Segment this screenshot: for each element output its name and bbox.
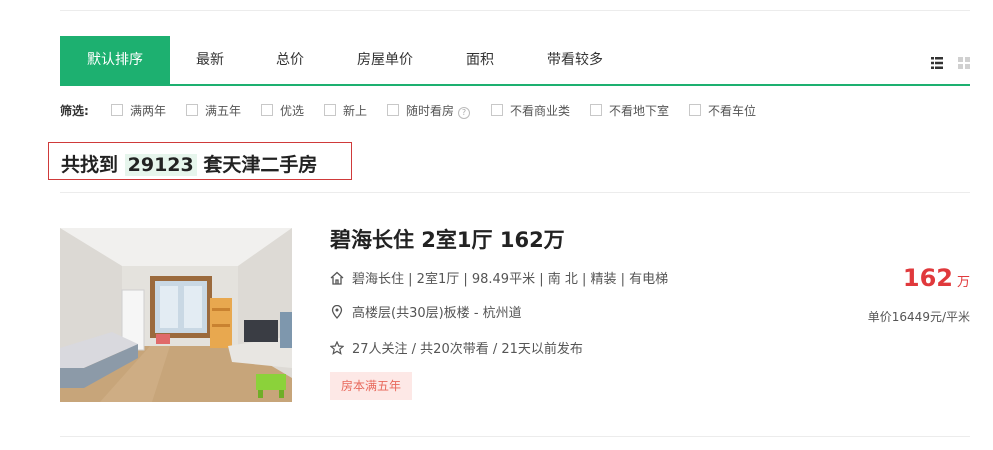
sort-tab-most-viewed[interactable]: 带看较多 bbox=[535, 36, 615, 84]
filter-checkbox-anytime-viewing[interactable]: 随时看房? bbox=[387, 102, 471, 119]
sort-tab-newest[interactable]: 最新 bbox=[180, 36, 240, 84]
house-icon bbox=[330, 271, 346, 289]
result-suffix: 套天津二手房 bbox=[203, 154, 318, 176]
filter-checkbox-no-parking[interactable]: 不看车位 bbox=[689, 102, 756, 119]
total-price: 162 万 bbox=[903, 264, 970, 292]
filter-checkbox-no-commercial[interactable]: 不看商业类 bbox=[491, 102, 570, 119]
sort-tab-area[interactable]: 面积 bbox=[450, 36, 510, 84]
result-prefix: 共找到 bbox=[61, 154, 119, 176]
listing-tag: 房本满五年 bbox=[330, 372, 413, 400]
filter-bar: 筛选: 满两年 满五年 优选 新上 随时看房? 不看商业类 不看地下室 不看车位 bbox=[60, 98, 970, 122]
listing-community-link[interactable]: 碧海长住 bbox=[352, 272, 404, 287]
sort-tab-total-price[interactable]: 总价 bbox=[260, 36, 320, 84]
help-icon[interactable]: ? bbox=[458, 107, 471, 119]
total-price-value: 162 bbox=[902, 264, 953, 292]
filter-checkbox-no-basement[interactable]: 不看地下室 bbox=[590, 102, 669, 119]
listing-position-info: 高楼层(共30层)板楼 - 杭州道 bbox=[330, 302, 522, 323]
top-divider bbox=[60, 10, 970, 11]
divider bbox=[60, 436, 970, 437]
listing-follow-info: 27人关注 / 共20次带看 / 21天以前发布 bbox=[329, 338, 583, 359]
listing-details: | 2室1厅 | 98.49平米 | 南 北 | 精装 | 有电梯 bbox=[408, 272, 669, 287]
list-view-icon[interactable] bbox=[931, 54, 943, 69]
sort-bar: 默认排序 最新 总价 房屋单价 面积 带看较多 bbox=[60, 36, 970, 86]
listing-photo[interactable] bbox=[60, 228, 292, 402]
total-price-unit: 万 bbox=[956, 275, 970, 290]
listing-title[interactable]: 碧海长住 2室1厅 162万 bbox=[330, 224, 565, 254]
grid-view-icon[interactable] bbox=[958, 54, 970, 69]
sort-tab-default[interactable]: 默认排序 bbox=[60, 36, 170, 84]
result-count-box: 共找到 29123 套天津二手房 bbox=[48, 142, 352, 180]
result-count-number: 29123 bbox=[124, 154, 197, 176]
listing-follow-stats: 27人关注 / 共20次带看 / 21天以前发布 bbox=[352, 342, 583, 357]
divider bbox=[60, 192, 970, 193]
filter-checkbox-new[interactable]: 新上 bbox=[324, 102, 367, 119]
sort-tab-unit-price[interactable]: 房屋单价 bbox=[345, 36, 425, 84]
filter-checkbox-preferred[interactable]: 优选 bbox=[261, 102, 304, 119]
filter-checkbox-five-years[interactable]: 满五年 bbox=[186, 102, 241, 119]
location-pin-icon bbox=[330, 304, 346, 323]
listing-house-info: 碧海长住 | 2室1厅 | 98.49平米 | 南 北 | 精装 | 有电梯 bbox=[330, 268, 668, 289]
result-count: 共找到 29123 套天津二手房 bbox=[61, 150, 317, 177]
filter-checkbox-two-years[interactable]: 满两年 bbox=[111, 102, 166, 119]
star-icon bbox=[329, 340, 346, 359]
filter-label: 筛选: bbox=[60, 104, 89, 118]
listing-location[interactable]: 高楼层(共30层)板楼 - 杭州道 bbox=[352, 306, 522, 321]
unit-price: 单价16449元/平米 bbox=[867, 310, 970, 324]
